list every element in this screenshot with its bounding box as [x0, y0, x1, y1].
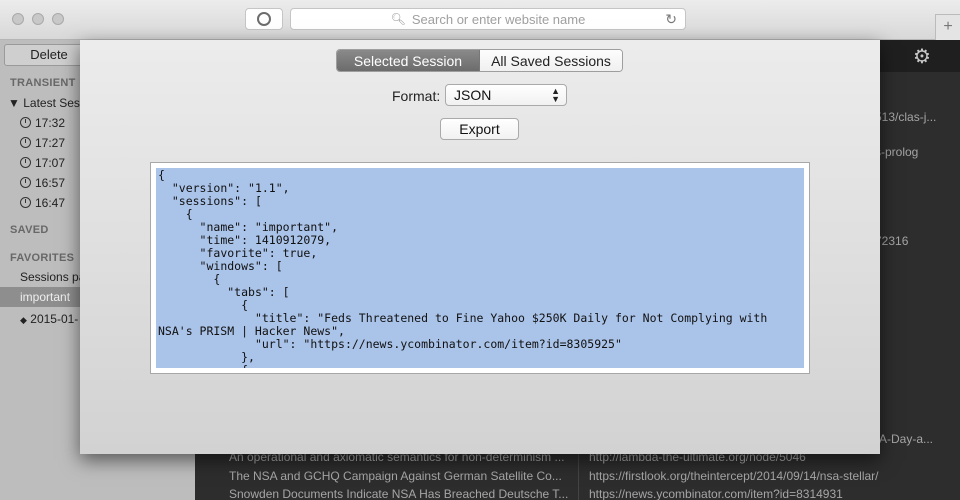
- row-url: https://news.ycombinator.com/item?id=831…: [589, 487, 843, 500]
- updown-arrows-icon: ▲ ▼: [551, 86, 560, 104]
- close-window-button[interactable]: [12, 13, 24, 25]
- reload-icon[interactable]: ↻: [665, 11, 677, 28]
- json-text[interactable]: { "version": "1.1", "sessions": [ { "nam…: [156, 168, 804, 368]
- row-title: Snowden Documents Indicate NSA Has Breac…: [229, 487, 569, 500]
- json-output-field[interactable]: { "version": "1.1", "sessions": [ { "nam…: [150, 162, 810, 374]
- diamond-icon: ◆: [20, 315, 27, 325]
- format-label: Format:: [392, 88, 441, 104]
- zoom-window-button[interactable]: [52, 13, 64, 25]
- clock-icon: [20, 177, 31, 188]
- search-icon: 🔍︎: [390, 12, 406, 26]
- address-bar[interactable]: 🔍︎ Search or enter website name ↻: [290, 8, 686, 30]
- url-fragment: 72316: [875, 234, 909, 248]
- url-fragment: 513/clas-j...: [875, 110, 937, 124]
- clock-icon: [20, 197, 31, 208]
- date-session-label: 2015-01-: [30, 312, 79, 326]
- window-titlebar: 🔍︎ Search or enter website name ↻ +: [0, 0, 960, 40]
- session-scope-control: Selected Session All Saved Sessions: [336, 49, 623, 72]
- session-time-item[interactable]: 17:27: [20, 136, 65, 150]
- table-row[interactable]: The NSA and GCHQ Campaign Against German…: [207, 469, 957, 489]
- row-url: https://firstlook.org/theintercept/2014/…: [589, 469, 879, 483]
- table-row[interactable]: Snowden Documents Indicate NSA Has Breac…: [207, 487, 957, 500]
- format-select[interactable]: JSON ▲ ▼: [445, 84, 567, 106]
- minimize-window-button[interactable]: [32, 13, 44, 25]
- gear-icon[interactable]: ⚙: [913, 44, 931, 69]
- address-placeholder: Search or enter website name: [411, 11, 586, 27]
- url-fragment: s-prolog: [875, 145, 919, 159]
- session-time-item[interactable]: 17:32: [20, 116, 65, 130]
- favorites-heading: FAVORITES: [10, 252, 75, 264]
- new-tab-button[interactable]: +: [935, 14, 960, 40]
- clock-icon: [20, 117, 31, 128]
- format-value: JSON: [454, 87, 492, 103]
- export-button[interactable]: Export: [440, 118, 519, 140]
- session-time-label: 16:57: [35, 176, 66, 190]
- circle-icon: [257, 12, 271, 26]
- row-title: The NSA and GCHQ Campaign Against German…: [229, 469, 562, 483]
- session-time-item[interactable]: 16:57: [20, 176, 65, 190]
- date-session-item[interactable]: ◆ 2015-01-: [20, 312, 78, 326]
- url-fragment: -A-Day-a...: [875, 432, 934, 446]
- latest-session-label: Latest Sess: [23, 96, 86, 110]
- session-time-item[interactable]: 16:47: [20, 196, 65, 210]
- session-time-item[interactable]: 17:07: [20, 156, 65, 170]
- session-time-label: 17:07: [35, 156, 66, 170]
- clock-icon: [20, 157, 31, 168]
- tab-selected-session[interactable]: Selected Session: [337, 50, 480, 71]
- saved-heading: SAVED: [10, 224, 49, 236]
- reader-button[interactable]: [245, 8, 283, 30]
- latest-session-item[interactable]: ▼ Latest Sess: [8, 96, 86, 110]
- favorite-item-selected[interactable]: important: [20, 290, 70, 304]
- tab-all-saved-sessions[interactable]: All Saved Sessions: [480, 50, 622, 71]
- session-time-label: 17:32: [35, 116, 66, 130]
- favorite-item[interactable]: Sessions pa: [20, 270, 85, 284]
- export-dialog: Selected Session All Saved Sessions Form…: [80, 40, 880, 454]
- transient-heading: TRANSIENT: [10, 77, 76, 89]
- clock-icon: [20, 137, 31, 148]
- session-time-label: 16:47: [35, 196, 66, 210]
- session-time-label: 17:27: [35, 136, 66, 150]
- disclosure-triangle-icon[interactable]: ▼: [8, 96, 20, 110]
